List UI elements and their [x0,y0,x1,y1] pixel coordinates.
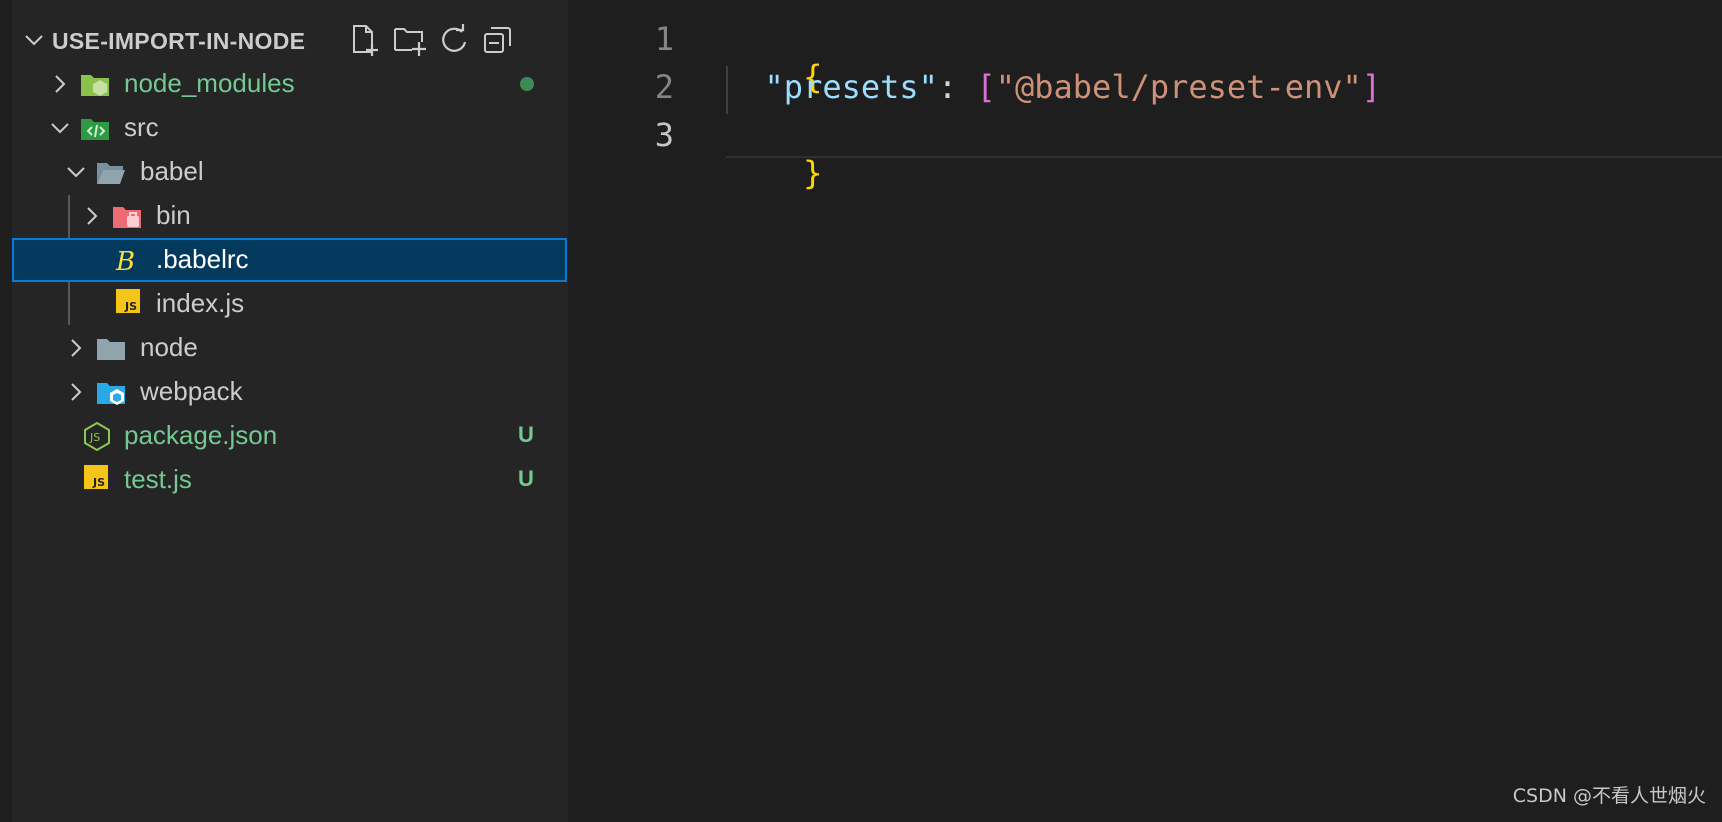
tree-item-label: webpack [140,376,243,406]
explorer-sidebar: USE-IMPORT-IN-NODE node_modules src babe… [0,0,568,822]
new-file-icon[interactable] [348,22,384,58]
tree-item-package-json[interactable]: JS package.json U [12,414,567,458]
folder-icon [96,333,126,363]
bin-folder-icon [112,201,142,231]
tree-item-index-js[interactable]: JS index.js [12,282,567,326]
tree-item-test-js[interactable]: JS test.js U [12,458,567,502]
tree-item-label: node_modules [124,68,295,98]
json-bracket: [ [976,68,996,106]
svg-text:JS: JS [92,476,105,489]
code-line-3: } [726,116,822,230]
tree-item-babel[interactable]: babel [12,150,567,194]
chevron-down-icon [48,116,72,145]
tree-item-node-modules[interactable]: node_modules [12,62,567,106]
svg-text:B: B [115,247,135,275]
src-folder-icon [80,113,110,143]
json-string: "@babel/preset-env" [995,68,1362,106]
tree-item-babelrc[interactable]: B .babelrc [12,238,567,282]
git-untracked-badge: U [518,422,534,447]
tree-item-label: index.js [156,288,245,318]
tree-item-label: .babelrc [156,244,249,274]
tree-item-src[interactable]: src [12,106,567,150]
explorer-title: USE-IMPORT-IN-NODE [52,28,306,54]
collapse-all-icon[interactable] [480,22,516,58]
json-bracket: ] [1361,68,1382,106]
tree-item-label: test.js [124,464,192,494]
json-key: "presets" [764,68,938,106]
chevron-right-icon [64,380,88,409]
babel-icon: B [112,245,142,277]
new-folder-icon[interactable] [392,22,428,58]
git-modified-dot [520,77,534,91]
json-colon: : [937,68,977,106]
refresh-icon[interactable] [436,22,472,58]
chevron-right-icon [48,72,72,101]
chevron-down-icon [64,160,88,189]
git-untracked-badge: U [518,466,534,491]
svg-text:JS: JS [89,431,100,444]
current-line-highlight [726,156,1722,158]
tree-item-node[interactable]: node [12,326,567,370]
chevron-down-icon[interactable] [22,28,46,57]
activity-edge [0,0,12,822]
code-line-2: "presets": ["@babel/preset-env"] [726,68,1382,106]
tree-item-label: babel [140,156,204,186]
js-file-icon: JS [84,465,114,495]
line-number: 3 [654,116,674,154]
line-number: 2 [654,68,674,106]
watermark: CSDN @不看人世烟火 [1512,785,1706,807]
chevron-right-icon [64,336,88,365]
node-modules-folder-icon [80,69,110,99]
webpack-folder-icon [96,377,126,407]
tree-item-webpack[interactable]: webpack [12,370,567,414]
line-number: 1 [654,20,674,58]
tree-item-label: package.json [124,420,278,450]
tree-item-bin[interactable]: bin [12,194,567,238]
js-file-icon: JS [116,289,146,319]
chevron-right-icon [80,204,104,233]
tree-item-label: src [124,112,159,142]
code-editor[interactable]: 1 2 3 { "presets": ["@babel/preset-env"]… [568,0,1722,822]
node-js-icon: JS [82,421,112,452]
tree-item-label: bin [156,200,191,230]
explorer-section-header[interactable]: USE-IMPORT-IN-NODE [12,22,568,58]
json-brace: } [803,154,823,192]
folder-open-icon [96,157,126,187]
svg-text:JS: JS [124,300,137,313]
tree-item-label: node [140,332,198,362]
